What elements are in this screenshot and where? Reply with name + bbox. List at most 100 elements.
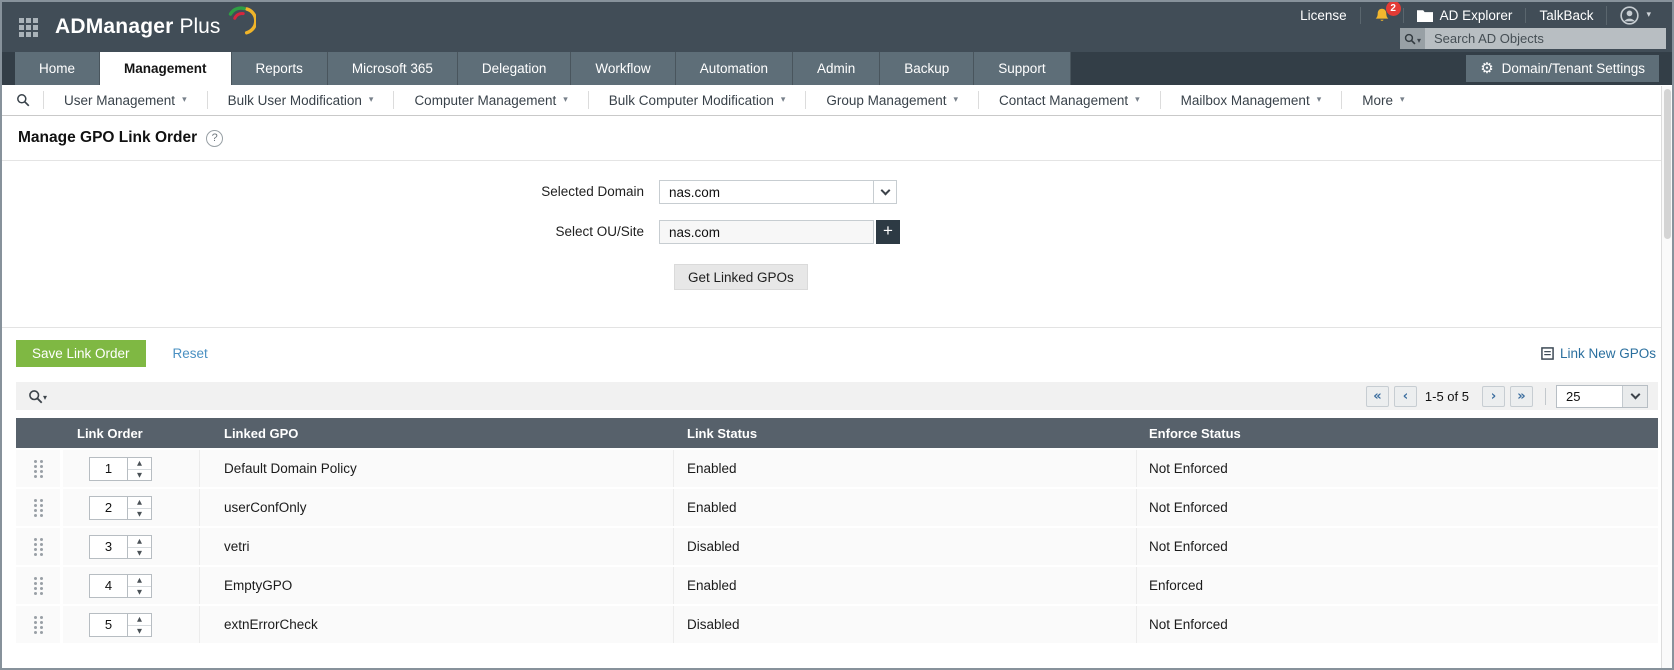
table-toolbar: ▾ « ‹ 1-5 of 5 › » 25 [16,382,1658,410]
talkback-label: TalkBack [1539,7,1594,23]
next-page-button[interactable]: › [1482,385,1505,407]
subnav-item-computer-management[interactable]: Computer Management ▾ [393,91,587,109]
column-header-enforce-status: Enforce Status [1149,425,1241,441]
linked-gpo-cell: vetri [200,528,674,565]
brand-swoosh-icon [229,6,257,35]
link-order-input[interactable] [90,574,127,597]
spin-down-icon[interactable]: ▼ [128,468,151,481]
tab-backup[interactable]: Backup [880,52,975,85]
chevron-down-icon: ▾ [43,392,48,402]
get-linked-gpos-button[interactable]: Get Linked GPOs [674,264,808,290]
drag-handle[interactable] [16,489,60,526]
help-icon[interactable]: ? [206,129,224,147]
subnav-label: Computer Management [414,92,557,108]
add-ou-button[interactable]: + [876,220,900,244]
subnav-item-bulk-user-modification[interactable]: Bulk User Modification ▾ [206,91,394,109]
page-size-select[interactable]: 25 [1556,384,1648,408]
subnav-item-mailbox-management[interactable]: Mailbox Management ▾ [1159,91,1342,109]
actions-row: Save Link Order Reset Link New GPOs [2,328,1672,367]
drag-dots-icon [33,459,43,478]
tab-reports[interactable]: Reports [231,52,328,85]
tab-automation[interactable]: Automation [675,52,793,85]
tab-support[interactable]: Support [974,52,1071,85]
linked-gpo-cell: userConfOnly [200,489,674,526]
table-row: ▲▼ userConfOnly Enabled Not Enforced [16,489,1658,526]
link-new-gpos-label: Link New GPOs [1559,346,1656,361]
ad-explorer-link[interactable]: AD Explorer [1402,7,1526,23]
tab-microsoft-365[interactable]: Microsoft 365 [327,52,458,85]
drag-handle[interactable] [16,528,60,565]
drag-handle[interactable] [16,606,60,643]
table-row: ▲▼ Default Domain Policy Enabled Not Enf… [16,450,1658,487]
search-ad-objects-input[interactable] [1425,28,1666,49]
page-size-dropdown-button[interactable] [1622,385,1647,407]
drag-handle[interactable] [16,450,60,487]
tab-management[interactable]: Management [100,52,232,85]
spin-down-icon[interactable]: ▼ [128,624,151,637]
link-order-input[interactable] [90,496,127,519]
spin-down-icon[interactable]: ▼ [128,507,151,520]
subnav-item-user-management[interactable]: User Management ▾ [43,91,207,109]
spin-up-icon[interactable]: ▲ [128,614,151,625]
column-header-link-status: Link Status [687,425,758,441]
folder-icon [1416,9,1433,22]
gpo-selection-form: Selected Domain Select OU/Site + Get Lin… [2,161,1672,290]
save-link-order-button[interactable]: Save Link Order [16,340,146,367]
tab-delegation[interactable]: Delegation [457,52,572,85]
domain-tenant-settings-button[interactable]: ⚙ Domain/Tenant Settings [1466,55,1659,82]
table-row: ▲▼ extnErrorCheck Disabled Not Enforced [16,606,1658,643]
enforce-status-cell: Enforced [1149,578,1204,593]
selected-domain-input[interactable] [659,180,874,204]
ou-site-input[interactable] [659,220,874,244]
tab-admin[interactable]: Admin [792,52,881,85]
link-new-gpos-link[interactable]: Link New GPOs [1541,346,1656,361]
link-order-input[interactable] [90,457,127,480]
drag-dots-icon [33,537,43,556]
talkback-link[interactable]: TalkBack [1525,7,1606,23]
spin-down-icon[interactable]: ▼ [128,546,151,559]
search-scope-button[interactable]: ▾ [1400,28,1425,49]
reset-link[interactable]: Reset [173,346,208,361]
first-page-button[interactable]: « [1365,385,1389,407]
brand-logo: ADManager Plus [55,6,257,39]
chevron-down-icon: ▾ [780,95,786,105]
drag-handle[interactable] [16,567,60,604]
pagination-range: 1-5 of 5 [1424,388,1469,404]
subnav-label: User Management [64,92,176,108]
link-order-spinner: ▲▼ [89,534,152,559]
domain-dropdown-button[interactable] [873,180,897,204]
subnav-item-group-management[interactable]: Group Management ▾ [805,91,978,109]
spin-up-icon[interactable]: ▲ [128,458,151,469]
link-gpo-icon [1541,347,1554,360]
link-order-input[interactable] [90,535,127,558]
tab-home[interactable]: Home [15,52,101,85]
tab-workflow[interactable]: Workflow [571,52,676,85]
previous-page-button[interactable]: ‹ [1393,385,1417,407]
scrollbar-thumb[interactable] [1663,89,1671,239]
last-page-button[interactable]: » [1510,385,1533,407]
search-icon [29,389,43,403]
license-label: License [1300,7,1347,23]
spin-up-icon[interactable]: ▲ [128,497,151,508]
spin-down-icon[interactable]: ▼ [128,585,151,598]
spin-up-icon[interactable]: ▲ [128,575,151,586]
subnav-search-button[interactable] [2,93,43,107]
subnav-item-contact-management[interactable]: Contact Management ▾ [978,91,1160,109]
table-search-button[interactable]: ▾ [28,389,47,404]
notifications-button[interactable]: 2 [1359,2,1403,24]
drag-dots-icon [33,615,43,634]
license-link[interactable]: License [1287,8,1360,23]
apps-grid-icon[interactable] [19,17,38,37]
top-links: License 2 AD Explorer TalkBack ▾ [1287,2,1664,26]
subnav-label: Bulk User Modification [227,92,362,108]
subnav-item-bulk-computer-modification[interactable]: Bulk Computer Modification ▾ [587,91,806,109]
link-status-cell: Enabled [674,567,1137,604]
user-menu[interactable]: ▾ [1606,5,1664,25]
subnav-item-more[interactable]: More ▾ [1341,91,1424,109]
link-status-cell: Enabled [674,450,1137,487]
spin-up-icon[interactable]: ▲ [128,536,151,547]
link-order-input[interactable] [90,613,127,636]
search-icon [1404,33,1416,45]
vertical-scrollbar[interactable] [1661,86,1672,668]
linked-gpo-cell: Default Domain Policy [200,450,674,487]
